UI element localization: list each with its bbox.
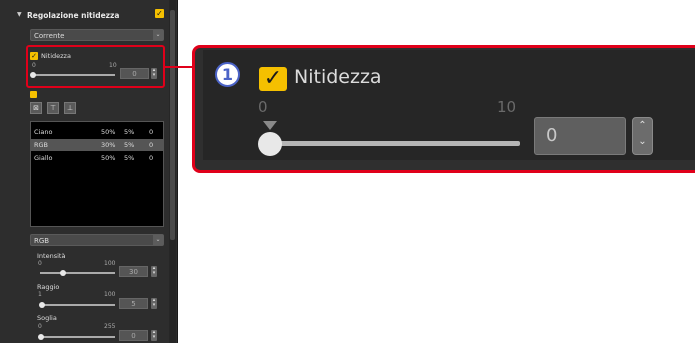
row-value-2: 5% xyxy=(124,154,135,162)
raggio-max: 100 xyxy=(104,291,116,298)
up-down-arrows-icon[interactable]: ▴ ▾ xyxy=(151,266,157,277)
move-up-icon[interactable]: ⊤ xyxy=(47,102,59,114)
intensita-label: Intensità xyxy=(37,252,66,260)
row-name: RGB xyxy=(34,141,49,149)
callout-number-badge: 1 xyxy=(215,62,240,87)
highlight-box xyxy=(26,45,165,88)
reset-icon[interactable]: ⊠ xyxy=(30,102,42,114)
raggio-slider-knob[interactable] xyxy=(39,302,45,308)
row-value-3: 0 xyxy=(149,141,154,149)
row-value-2: 5% xyxy=(124,141,135,149)
intensita-min: 0 xyxy=(38,260,42,267)
callout-connector xyxy=(165,66,192,68)
row-name: Ciano xyxy=(34,128,53,136)
zoom-slider-track[interactable] xyxy=(268,141,520,146)
raggio-value-field[interactable]: 5 xyxy=(119,298,148,309)
scrollbar[interactable] xyxy=(169,0,176,343)
zoom-nitidezza-label: Nitidezza xyxy=(294,66,382,88)
preset-value: Corrente xyxy=(34,32,65,40)
raggio-min: 1 xyxy=(38,291,42,298)
row-name: Giallo xyxy=(34,154,53,162)
section-header[interactable]: ▼ Regolazione nitidezza ✓ xyxy=(0,8,168,26)
soglia-min: 0 xyxy=(38,323,42,330)
zoom-slider-max: 10 xyxy=(497,98,517,116)
intensita-value-field[interactable]: 30 xyxy=(119,266,148,277)
soglia-slider-knob[interactable] xyxy=(38,334,44,340)
preset-dropdown[interactable]: Corrente ⌄ xyxy=(30,29,164,41)
up-down-arrows-icon[interactable]: ▴ ▾ xyxy=(151,298,157,309)
soglia-value-field[interactable]: 0 xyxy=(119,330,148,341)
list-item[interactable]: Giallo 50% 5% 0 xyxy=(31,152,163,164)
soglia-max: 255 xyxy=(104,323,116,330)
intensita-slider-knob[interactable] xyxy=(60,270,66,276)
scrollbar-thumb[interactable] xyxy=(170,10,175,240)
row-value-3: 0 xyxy=(149,154,154,162)
chevron-down-icon: ⌄ xyxy=(153,30,163,40)
row-value-1: 50% xyxy=(101,128,116,136)
soglia-label: Soglia xyxy=(37,314,57,322)
raggio-slider-track[interactable] xyxy=(40,304,115,306)
intensita-max: 100 xyxy=(104,260,116,267)
row-value-1: 50% xyxy=(101,154,116,162)
channel-list[interactable]: Ciano 50% 5% 0 RGB 30% 5% 0 Giallo 50% 5… xyxy=(30,121,164,227)
chevron-down-icon: ⌄ xyxy=(153,235,163,245)
move-down-icon[interactable]: ⊥ xyxy=(64,102,76,114)
zoom-slider-knob[interactable] xyxy=(258,132,282,156)
list-item-selected[interactable]: RGB 30% 5% 0 xyxy=(31,139,163,151)
row-value-2: 5% xyxy=(124,128,135,136)
zoom-slider-min: 0 xyxy=(258,98,268,116)
channel-value: RGB xyxy=(34,237,50,245)
channel-enable-checkbox[interactable] xyxy=(30,91,37,98)
up-down-arrows-icon[interactable]: ▴ ▾ xyxy=(151,330,157,341)
intensita-slider-track[interactable] xyxy=(40,272,115,274)
list-item[interactable]: Ciano 50% 5% 0 xyxy=(31,126,163,138)
soglia-slider-track[interactable] xyxy=(40,336,115,338)
row-value-1: 30% xyxy=(101,141,116,149)
triangle-down-icon[interactable]: ▼ xyxy=(17,11,22,18)
zoom-slider-pointer xyxy=(263,121,277,130)
section-title: Regolazione nitidezza xyxy=(27,11,120,20)
raggio-label: Raggio xyxy=(37,283,60,291)
zoom-nitidezza-checkbox[interactable]: ✓ xyxy=(259,67,287,91)
zoom-value-field[interactable]: 0 xyxy=(534,117,626,155)
channel-dropdown[interactable]: RGB ⌄ xyxy=(30,234,164,246)
row-value-3: 0 xyxy=(149,128,154,136)
up-down-arrows-icon[interactable]: ⌃ ⌄ xyxy=(632,117,653,155)
section-enable-checkbox[interactable]: ✓ xyxy=(155,9,164,18)
